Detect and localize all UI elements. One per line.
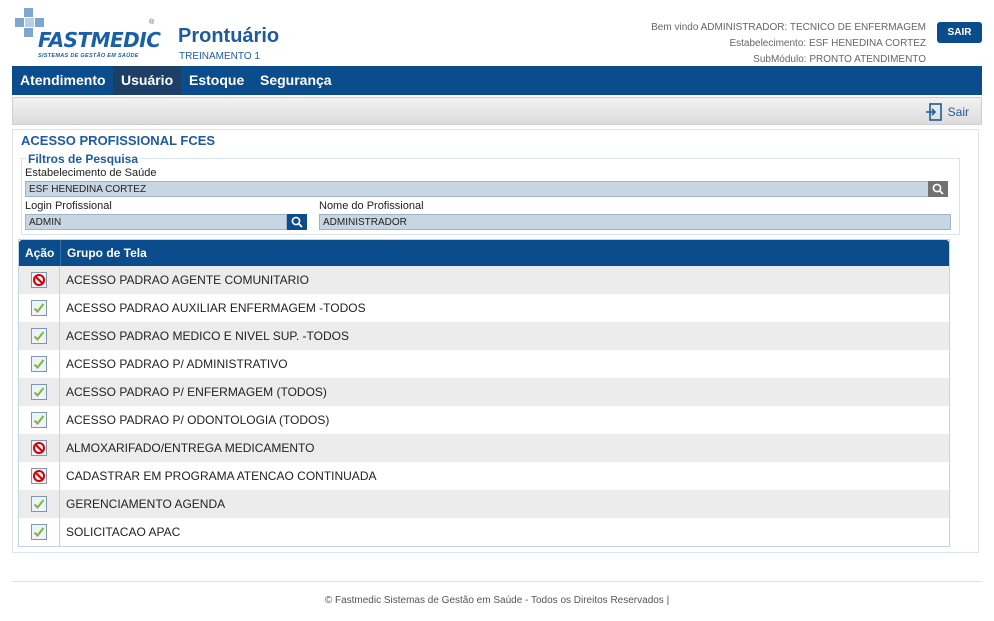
row-action-toggle[interactable]	[19, 434, 60, 462]
row-action-toggle[interactable]	[19, 350, 60, 378]
login-search-button[interactable]	[287, 214, 307, 230]
header-divider	[60, 240, 61, 266]
prohibited-icon	[31, 468, 47, 484]
toolbar: Sair	[12, 97, 982, 125]
checkmark-icon	[31, 300, 47, 316]
table-row: ACESSO PADRAO AGENTE COMUNITARIO	[19, 266, 949, 294]
main-panel: ACESSO PROFISSIONAL FCES Filtros de Pesq…	[12, 129, 979, 553]
login-field[interactable]: ADMIN	[25, 214, 287, 230]
row-label: ACESSO PADRAO P/ ODONTOLOGIA (TODOS)	[66, 413, 330, 427]
row-label: ALMOXARIFADO/ENTREGA MEDICAMENTO	[66, 441, 315, 455]
establishment-search-button[interactable]	[928, 181, 948, 197]
column-header-grupo: Grupo de Tela	[67, 246, 147, 260]
professional-name-field[interactable]: ADMINISTRADOR	[319, 214, 951, 230]
table-header: Ação Grupo de Tela	[19, 240, 949, 266]
row-label: ACESSO PADRAO AGENTE COMUNITARIO	[66, 273, 309, 287]
welcome-text: Bem vindo ADMINISTRADOR: TECNICO DE ENFE…	[651, 22, 926, 33]
table-row: GERENCIAMENTO AGENDA	[19, 490, 949, 518]
search-icon	[291, 216, 303, 228]
search-icon	[932, 183, 944, 195]
table-row: ACESSO PADRAO P/ ODONTOLOGIA (TODOS)	[19, 406, 949, 434]
footer-text: © Fastmedic Sistemas de Gestão em Saúde …	[324, 595, 670, 606]
logout-button[interactable]: SAIR	[937, 22, 982, 43]
exit-door-icon	[925, 103, 942, 121]
table-row: ACESSO PADRAO AUXILIAR ENFERMAGEM -TODOS	[19, 294, 949, 322]
nav-item-seguranca[interactable]: Segurança	[252, 66, 340, 95]
row-label: ACESSO PADRAO AUXILIAR ENFERMAGEM -TODOS	[66, 301, 366, 315]
user-info: Bem vindo ADMINISTRADOR: TECNICO DE ENFE…	[651, 20, 926, 68]
checkmark-icon	[31, 328, 47, 344]
registered-mark: ®	[149, 19, 155, 26]
row-label: GERENCIAMENTO AGENDA	[66, 497, 226, 511]
checkmark-icon	[31, 356, 47, 372]
section-title: ACESSO PROFISSIONAL FCES	[21, 133, 220, 148]
login-label: Login Profissional	[25, 200, 112, 212]
page-title: Prontuário	[178, 25, 280, 47]
row-label: ACESSO PADRAO P/ ADMINISTRATIVO	[66, 357, 288, 371]
table-row: CADASTRAR EM PROGRAMA ATENCAO CONTINUADA	[19, 462, 949, 490]
establishment-label: Estabelecimento de Saúde	[25, 167, 157, 179]
checkmark-icon	[31, 524, 47, 540]
prohibited-icon	[31, 272, 47, 288]
row-action-toggle[interactable]	[19, 266, 60, 294]
table-row: ALMOXARIFADO/ENTREGA MEDICAMENTO	[19, 434, 949, 462]
establishment-field[interactable]: ESF HENEDINA CORTEZ	[25, 181, 929, 197]
exit-label: Sair	[947, 105, 969, 119]
row-action-toggle[interactable]	[19, 406, 60, 434]
table-row: ACESSO PADRAO P/ ADMINISTRATIVO	[19, 350, 949, 378]
row-action-toggle[interactable]	[19, 490, 60, 518]
row-action-toggle[interactable]	[19, 462, 60, 490]
page-subtitle: TREINAMENTO 1	[179, 51, 260, 62]
logo: FASTMEDIC ® SISTEMAS DE GESTÃO EM SAÚDE	[12, 8, 161, 60]
checkmark-icon	[31, 384, 47, 400]
exit-button[interactable]: Sair	[925, 102, 969, 122]
checkmark-icon	[31, 496, 47, 512]
row-label: CADASTRAR EM PROGRAMA ATENCAO CONTINUADA	[66, 469, 377, 483]
row-label: SOLICITACAO APAC	[66, 525, 181, 539]
nav-item-atendimento[interactable]: Atendimento	[12, 66, 114, 95]
table-row: ACESSO PADRAO MEDICO E NIVEL SUP. -TODOS	[19, 322, 949, 350]
filters-panel: Filtros de Pesquisa Estabelecimento de S…	[21, 152, 960, 235]
nav-item-estoque[interactable]: Estoque	[181, 66, 252, 95]
filters-title: Filtros de Pesquisa	[26, 152, 141, 166]
column-header-acao: Ação	[25, 246, 55, 260]
row-label: ACESSO PADRAO MEDICO E NIVEL SUP. -TODOS	[66, 329, 349, 343]
brand-name: FASTMEDIC	[38, 28, 161, 52]
prohibited-icon	[31, 440, 47, 456]
footer-divider	[12, 581, 982, 582]
row-action-toggle[interactable]	[19, 322, 60, 350]
row-label: ACESSO PADRAO P/ ENFERMAGEM (TODOS)	[66, 385, 327, 399]
row-action-toggle[interactable]	[19, 378, 60, 406]
nav-item-usuario[interactable]: Usuário	[113, 66, 182, 95]
main-nav: Atendimento Usuário Estoque Segurança	[12, 66, 982, 95]
establishment-text: Estabelecimento: ESF HENEDINA CORTEZ	[729, 38, 926, 49]
brand-tagline: SISTEMAS DE GESTÃO EM SAÚDE	[38, 53, 139, 59]
row-action-toggle[interactable]	[19, 518, 60, 546]
access-table: Ação Grupo de Tela ACESSO PADRAO AGENTE …	[18, 239, 950, 547]
table-row: SOLICITACAO APAC	[19, 518, 949, 546]
table-row: ACESSO PADRAO P/ ENFERMAGEM (TODOS)	[19, 378, 949, 406]
row-action-toggle[interactable]	[19, 294, 60, 322]
professional-name-label: Nome do Profissional	[319, 200, 424, 212]
header: FASTMEDIC ® SISTEMAS DE GESTÃO EM SAÚDE …	[0, 0, 994, 66]
checkmark-icon	[31, 412, 47, 428]
